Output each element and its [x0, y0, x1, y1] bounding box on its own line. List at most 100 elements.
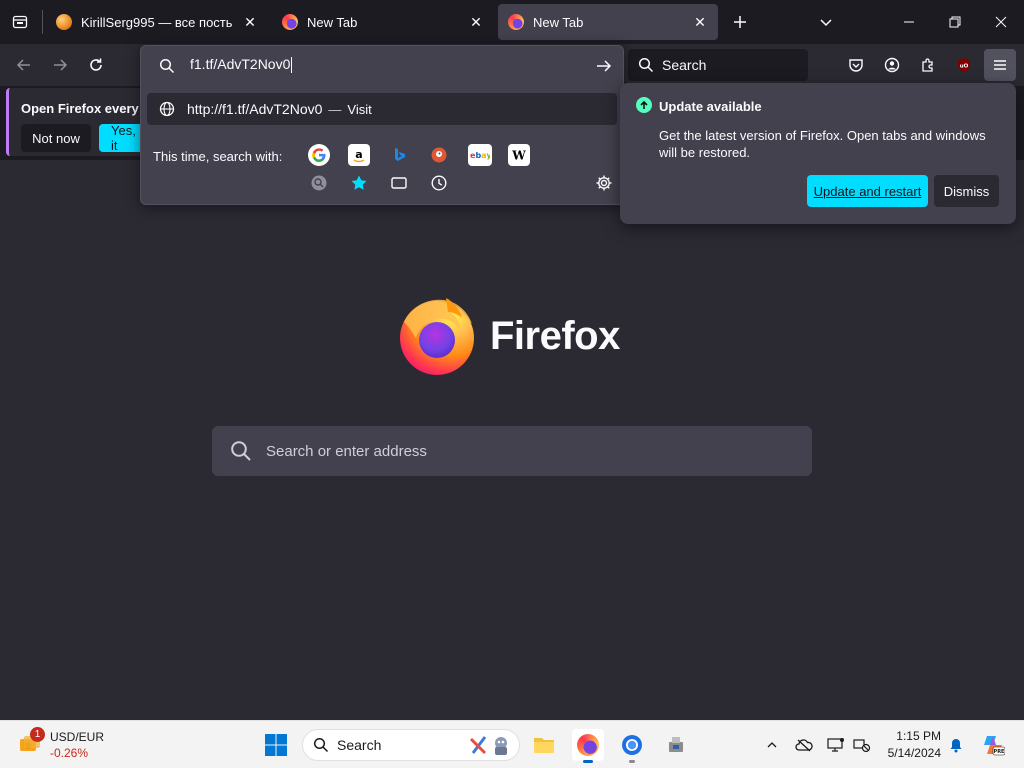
clock-date[interactable]: 5/14/2024	[884, 746, 941, 760]
browser-app[interactable]	[616, 729, 648, 763]
close-window-button[interactable]	[978, 0, 1024, 44]
search-with-label: This time, search with:	[153, 149, 283, 164]
forward-arrow-icon	[54, 59, 68, 71]
suggestion-url: http://f1.tf/AdvT2Nov0	[187, 101, 323, 117]
firefox-view-icon	[12, 15, 28, 29]
widget-notification-badge: 1	[30, 727, 45, 742]
search-icon	[231, 441, 251, 461]
tab-strip: KirillSerg995 — все посты поль ✕ New Tab…	[0, 0, 1024, 44]
taskbar-search-box[interactable]: Search	[302, 729, 520, 761]
firefox-app[interactable]	[572, 729, 604, 763]
svg-text:a: a	[355, 148, 362, 161]
file-explorer-app[interactable]	[528, 729, 560, 761]
not-now-button[interactable]: Not now	[21, 124, 91, 152]
default-browser-notification: Open Firefox every time Not now Yes, do …	[6, 88, 146, 156]
app-menu-button[interactable]	[984, 49, 1016, 81]
new-tab-button[interactable]	[722, 4, 758, 40]
wikipedia-icon[interactable]: W	[508, 144, 530, 166]
firefox-logo-icon	[400, 298, 474, 375]
active-app-indicator	[583, 760, 593, 763]
update-and-restart-button[interactable]: Update and restart	[807, 175, 928, 207]
back-button[interactable]	[8, 49, 40, 81]
tab-new-tab-1[interactable]: New Tab ✕	[272, 4, 494, 40]
google-icon[interactable]	[308, 144, 330, 166]
account-icon	[884, 57, 900, 73]
account-button[interactable]	[876, 49, 908, 81]
start-button[interactable]	[260, 729, 292, 761]
tab-title: KirillSerg995 — все посты поль	[81, 14, 233, 30]
restore-icon	[949, 16, 961, 28]
pocket-button[interactable]	[840, 49, 872, 81]
bookmarks-icon[interactable]	[348, 172, 370, 194]
reload-icon	[90, 58, 102, 71]
globe-icon	[159, 101, 175, 117]
copilot-icon: PRE	[984, 736, 1005, 756]
go-arrow-icon[interactable]	[595, 57, 613, 75]
amazon-icon[interactable]: a	[348, 144, 370, 166]
network-tray-icon[interactable]	[852, 735, 872, 755]
reload-button[interactable]	[80, 49, 112, 81]
svg-text:W: W	[511, 149, 526, 163]
firefox-taskbar-icon	[577, 734, 599, 756]
back-arrow-icon	[16, 59, 30, 71]
monitor-icon	[827, 738, 844, 752]
firefox-wordmark: Firefox	[490, 314, 620, 358]
duckduckgo-icon[interactable]	[428, 144, 450, 166]
clock-time[interactable]: 1:15 PM	[896, 729, 941, 743]
minimize-icon	[904, 21, 914, 23]
new-tab-search-box[interactable]: Search or enter address	[212, 426, 812, 476]
cloud-offline-icon	[795, 739, 813, 752]
url-input[interactable]: f1.tf/AdvT2Nov0	[190, 56, 293, 74]
search-engine-icon[interactable]	[308, 172, 330, 194]
windows-logo-icon	[265, 734, 287, 756]
copilot-button[interactable]: PRE	[980, 732, 1006, 758]
usb-drive-icon	[669, 737, 683, 752]
text-caret	[291, 57, 293, 74]
ebay-icon[interactable]: ebay	[468, 144, 492, 166]
notifications-button[interactable]	[946, 735, 966, 755]
usb-tool-app[interactable]	[660, 729, 692, 761]
update-available-panel: Update available Get the latest version …	[620, 83, 1016, 224]
close-tab-icon[interactable]: ✕	[242, 14, 258, 30]
url-bar-popup: f1.tf/AdvT2Nov0 http://f1.tf/AdvT2Nov0 —…	[140, 45, 624, 205]
extensions-button[interactable]	[912, 49, 944, 81]
display-tray-icon[interactable]	[826, 735, 846, 755]
pocket-icon	[849, 59, 863, 72]
search-box-placeholder: Search	[662, 57, 707, 73]
bing-icon[interactable]	[388, 144, 410, 166]
close-tab-icon[interactable]: ✕	[692, 14, 708, 30]
url-suggestion-row[interactable]: http://f1.tf/AdvT2Nov0 — Visit	[147, 93, 617, 125]
minimize-button[interactable]	[886, 0, 932, 44]
firefox-favicon-icon	[282, 14, 298, 30]
puzzle-icon	[922, 58, 933, 72]
restore-button[interactable]	[932, 0, 978, 44]
firefox-view-button[interactable]	[2, 4, 38, 40]
bell-icon	[950, 739, 962, 753]
tab-divider	[42, 10, 43, 34]
show-hidden-icons-button[interactable]	[762, 735, 782, 755]
ublock-button[interactable]: uO	[948, 49, 980, 81]
toolbar-search-box[interactable]: Search	[628, 49, 808, 81]
history-icon[interactable]	[428, 172, 450, 194]
suggestion-action: Visit	[347, 101, 372, 117]
tab-new-tab-2[interactable]: New Tab ✕	[498, 4, 718, 40]
forward-button[interactable]	[44, 49, 76, 81]
tab-kirillserg[interactable]: KirillSerg995 — все посты поль ✕	[46, 4, 268, 40]
tabs-icon[interactable]	[388, 172, 410, 194]
search-icon	[159, 58, 175, 74]
network-disconnected-icon	[853, 739, 871, 753]
search-settings-gear-icon[interactable]	[593, 172, 615, 194]
close-icon	[995, 16, 1007, 28]
widget-currency-change[interactable]: -0.26%	[50, 746, 88, 760]
dismiss-button[interactable]: Dismiss	[934, 175, 999, 207]
set-default-button[interactable]: Yes, do it	[99, 123, 146, 153]
widget-currency-pair[interactable]: USD/EUR	[50, 730, 104, 744]
browser-icon	[622, 735, 642, 755]
search-icon	[313, 737, 329, 753]
list-all-tabs-button[interactable]	[808, 4, 844, 40]
svg-text:PRE: PRE	[994, 749, 1005, 755]
close-tab-icon[interactable]: ✕	[468, 14, 484, 30]
search-highlight-icon	[469, 736, 507, 755]
onedrive-tray-icon[interactable]	[794, 735, 814, 755]
ublock-icon: uO	[958, 58, 970, 72]
